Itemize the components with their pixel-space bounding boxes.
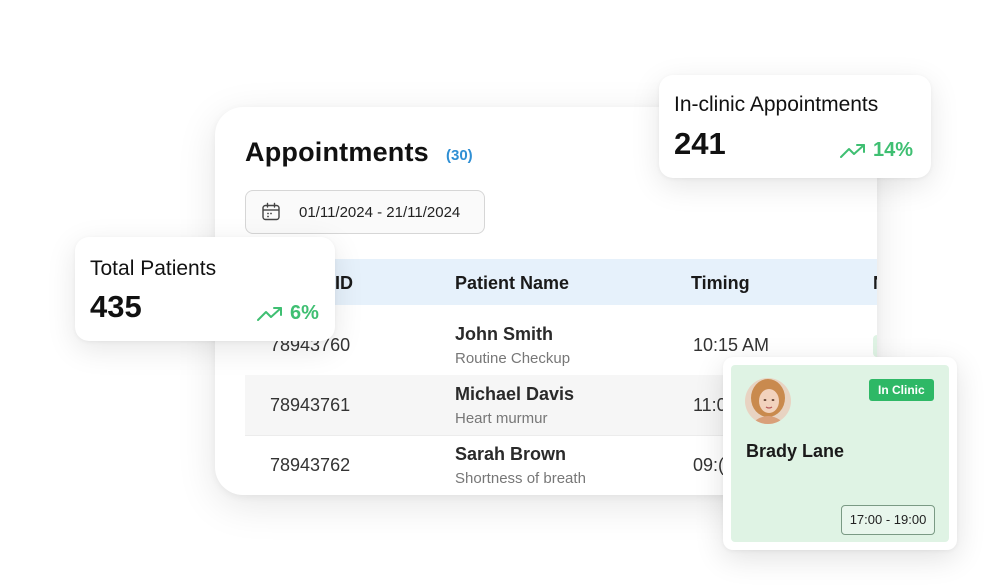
- cell-timing: 11:0: [693, 395, 727, 415]
- status-badge: In Clinic: [869, 379, 934, 401]
- cell-patient-id: 78943761: [270, 395, 351, 415]
- column-header-patient-name[interactable]: Patient Name: [455, 273, 569, 294]
- column-header-id[interactable]: ID: [335, 273, 353, 294]
- cell-visit-reason: Shortness of breath: [455, 470, 586, 487]
- date-range-text: 01/11/2024 - 21/11/2024: [299, 203, 461, 221]
- cell-patient-id: 78943762: [270, 455, 351, 475]
- avatar: [745, 378, 791, 424]
- in-clinic-appointments-trend: 14%: [839, 139, 913, 162]
- table-header: ID Patient Name Timing N: [245, 259, 877, 305]
- total-patients-trend-value: 6%: [290, 302, 319, 324]
- cell-timing: 10:15 AM: [693, 335, 770, 355]
- appointments-title: Appointments: [245, 137, 429, 167]
- time-slot[interactable]: 17:00 - 19:00: [841, 505, 935, 535]
- cell-patient-name: Sarah Brown: [455, 444, 567, 464]
- column-header-timing[interactable]: Timing: [691, 273, 750, 294]
- cell-patient-name: John Smith: [455, 324, 553, 344]
- trending-up-icon: [257, 306, 282, 321]
- cell-timing: 09:(: [693, 455, 725, 475]
- patient-card[interactable]: In Clinic Brady Lane 17:00 - 19:00: [723, 357, 957, 550]
- in-clinic-appointments-trend-value: 14%: [873, 139, 914, 161]
- total-patients-value: 435: [90, 289, 142, 324]
- cell-patient-name: Michael Davis: [455, 384, 575, 404]
- patient-name: Brady Lane: [746, 441, 845, 461]
- calendar-icon: [261, 202, 281, 222]
- in-clinic-appointments-value: 241: [674, 126, 726, 161]
- total-patients-label: Total Patients: [90, 257, 217, 280]
- dashboard-stage: Appointments (30) 01/11/2024 - 21/11/202…: [0, 0, 1007, 587]
- total-patients-trend: 6%: [256, 302, 319, 325]
- appointments-count: (30): [446, 147, 473, 164]
- cell-visit-reason: Heart murmur: [455, 410, 548, 427]
- cell-visit-reason: Routine Checkup: [455, 350, 571, 367]
- patient-card-body: In Clinic Brady Lane 17:00 - 19:00: [731, 365, 949, 542]
- in-clinic-appointments-label: In-clinic Appointments: [674, 93, 879, 116]
- column-header-status[interactable]: N: [873, 273, 877, 294]
- total-patients-card: Total Patients 435 6%: [75, 237, 335, 341]
- date-range-picker[interactable]: 01/11/2024 - 21/11/2024: [245, 190, 485, 234]
- status-badge: [873, 335, 877, 357]
- in-clinic-appointments-card: In-clinic Appointments 241 14%: [659, 75, 931, 178]
- trending-up-icon: [840, 143, 865, 158]
